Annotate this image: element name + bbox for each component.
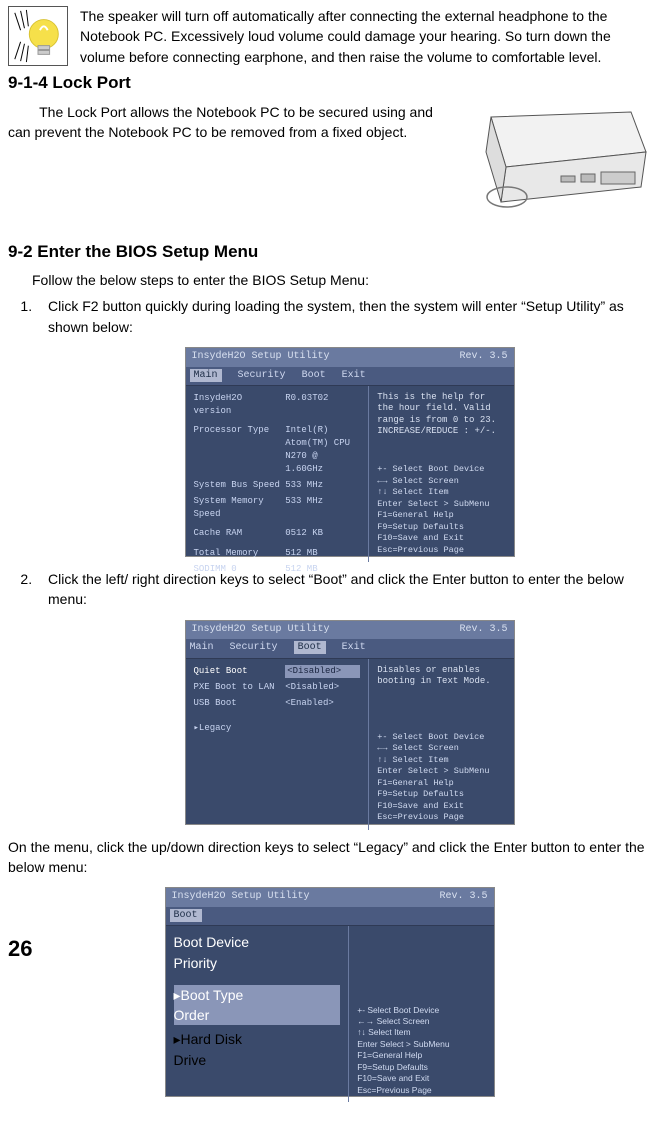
bios-screenshot-legacy: InsydeH2O Setup Utility Rev. 3.5 Boot Bo…: [165, 887, 495, 1097]
laptop-lock-illustration: [461, 102, 651, 222]
lock-port-block: The Lock Port allows the Notebook PC to …: [8, 102, 651, 222]
bios2-tab-exit: Exit: [342, 642, 366, 653]
heading-bios-setup: 9-2 Enter the BIOS Setup Menu: [8, 240, 651, 265]
bios1-tab-main: Main: [190, 369, 222, 382]
bios-intro: Follow the below steps to enter the BIOS…: [32, 270, 651, 290]
bios1-tab-security: Security: [238, 370, 286, 381]
bios3-tabs: Boot: [166, 907, 494, 927]
bios-screenshot-boot: InsydeH2O Setup Utility Rev. 3.5 Main Se…: [185, 620, 515, 825]
bios2-help-bottom: +- Select Boot Device ←→ Select Screen ↑…: [377, 732, 505, 824]
warning-block: The speaker will turn off automatically …: [8, 6, 651, 67]
bios1-title: InsydeH2O Setup Utility: [192, 350, 330, 365]
page-number: 26: [8, 933, 32, 965]
bios-after-step2: On the menu, click the up/down direction…: [8, 837, 651, 878]
page: The speaker will turn off automatically …: [0, 0, 659, 1105]
bios-step-1: Click F2 button quickly during loading t…: [36, 296, 651, 557]
bios2-tab-boot: Boot: [294, 641, 326, 654]
lock-port-text: The Lock Port allows the Notebook PC to …: [8, 102, 453, 143]
bios3-help-bottom: +- Select Boot Device ←→ Select Screen ↑…: [357, 1005, 485, 1097]
bios2-help-top: Disables or enables booting in Text Mode…: [377, 665, 505, 688]
bios1-help-bottom: +- Select Boot Device ←→ Select Screen ↑…: [377, 464, 505, 556]
bios2-title: InsydeH2O Setup Utility: [192, 623, 330, 638]
bios2-tabs: Main Security Boot Exit: [186, 639, 514, 659]
warning-text: The speaker will turn off automatically …: [80, 6, 651, 67]
bios-steps-list: Click F2 button quickly during loading t…: [36, 296, 651, 824]
bios1-help-top: This is the help for the hour field. Val…: [377, 392, 505, 437]
bios3-left-panel: Boot Device Priority ▸Boot Type Order ▸H…: [166, 926, 350, 1102]
bios-step-1-text: Click F2 button quickly during loading t…: [48, 298, 624, 334]
bios2-tab-security: Security: [230, 642, 278, 653]
heading-lock-port: 9-1-4 Lock Port: [8, 71, 651, 96]
bios1-left-panel: InsydeH2O versionR0.03T02 Processor Type…: [186, 386, 370, 562]
bios1-rev: Rev. 3.5: [459, 350, 507, 365]
bios2-left-panel: Quiet Boot<Disabled> PXE Boot to LAN<Dis…: [186, 659, 370, 830]
lightbulb-icon: [8, 6, 68, 66]
bios3-tab-boot: Boot: [170, 909, 202, 922]
bios1-tab-exit: Exit: [342, 370, 366, 381]
bios3-title: InsydeH2O Setup Utility: [172, 890, 310, 905]
bios-screenshot-main: InsydeH2O Setup Utility Rev. 3.5 Main Se…: [185, 347, 515, 557]
bios2-rev: Rev. 3.5: [459, 623, 507, 638]
bios2-tab-main: Main: [190, 642, 214, 653]
bios1-tabs: Main Security Boot Exit: [186, 367, 514, 387]
bios3-rev: Rev. 3.5: [439, 890, 487, 905]
bios1-tab-boot: Boot: [302, 370, 326, 381]
